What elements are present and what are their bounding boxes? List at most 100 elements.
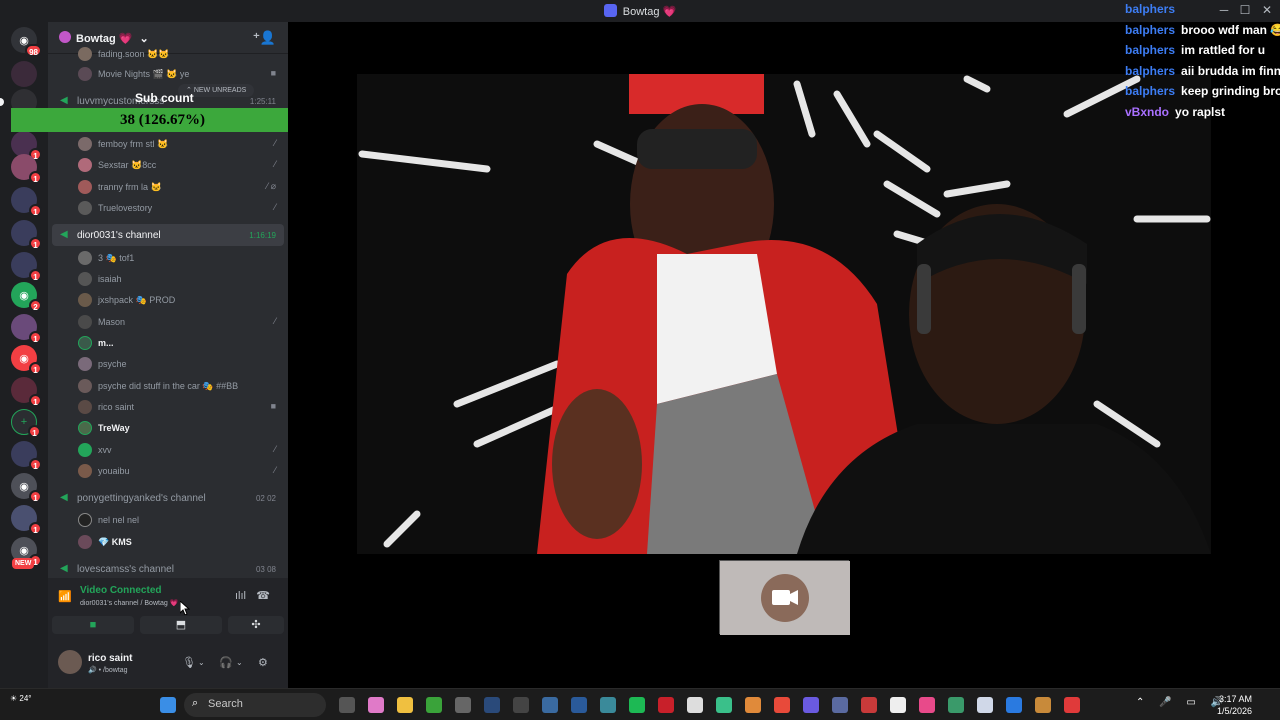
video-icon: ■ <box>270 68 276 78</box>
unread-badge: 1 <box>29 331 42 344</box>
chevron-down-icon[interactable]: ⌄ <box>198 658 205 667</box>
server-icon[interactable]: 1 <box>11 187 42 217</box>
voice-member[interactable]: psyche <box>48 354 288 374</box>
app-icon[interactable] <box>803 697 819 713</box>
avatar <box>78 336 92 350</box>
noise-suppression-icon[interactable]: ılıl <box>235 590 246 602</box>
app-icon[interactable] <box>687 697 703 713</box>
member-name: tranny frm la 🐱 <box>98 182 162 192</box>
app-icon[interactable] <box>948 697 964 713</box>
app-icon[interactable] <box>745 697 761 713</box>
voice-channel[interactable]: ◀ ponygettingyanked's channel 02 02 <box>52 487 284 509</box>
server-icon[interactable]: 1 <box>11 441 42 471</box>
server-icon[interactable]: 1 <box>11 252 42 282</box>
app-icon[interactable] <box>455 697 471 713</box>
windows-start-icon[interactable] <box>160 697 176 713</box>
mic-icon[interactable]: 🎙 <box>182 656 196 669</box>
voice-channel[interactable]: ◀ lovescamss's channel 03 08 <box>52 558 284 580</box>
xbox-icon[interactable] <box>426 697 442 713</box>
voice-member[interactable]: 💎 KMS <box>48 532 288 552</box>
disconnect-icon[interactable]: ☎ <box>256 589 270 602</box>
voice-member[interactable]: tranny frm la 🐱 ⁄ ⌀ <box>48 177 288 197</box>
speaker-icon: ◀ <box>60 492 68 503</box>
activities-button[interactable]: ✣ <box>228 616 284 634</box>
voice-channel-active[interactable]: ◀ dior0031's channel 1:16:19 <box>52 224 284 246</box>
spotify-icon[interactable] <box>629 697 645 713</box>
member-name: 3 🎭 tof1 <box>98 253 135 263</box>
server-icon[interactable]: ◉ 1 <box>11 473 42 503</box>
system-tray-icons[interactable]: ⌃ 🎤 ▭ 🔊 <box>1136 697 1229 708</box>
voice-member[interactable]: jxshpack 🎭 PROD <box>48 290 288 310</box>
copilot-icon[interactable] <box>368 697 384 713</box>
voice-member[interactable]: isaiah <box>48 269 288 289</box>
steam-icon[interactable] <box>484 697 500 713</box>
app-icon[interactable] <box>1064 697 1080 713</box>
app-icon[interactable] <box>832 697 848 713</box>
chat-author: balphers <box>1125 43 1176 57</box>
voice-member[interactable]: TreWay <box>48 418 288 438</box>
avatar <box>78 513 92 527</box>
server-icon[interactable]: 1 <box>11 220 42 250</box>
headphones-icon[interactable]: 🎧 <box>219 656 233 669</box>
mouse-cursor-icon <box>180 601 190 615</box>
self-preview-tile[interactable] <box>719 560 850 635</box>
server-badge-icon <box>59 31 71 43</box>
app-icon[interactable] <box>861 697 877 713</box>
voice-member[interactable]: psyche did stuff in the car 🎭 ##BB <box>48 376 288 396</box>
app-icon[interactable] <box>890 697 906 713</box>
settings-app-icon[interactable] <box>542 697 558 713</box>
weather-widget[interactable]: ☀ 24° <box>10 694 32 703</box>
app-icon[interactable] <box>513 697 529 713</box>
server-icon[interactable] <box>11 61 37 87</box>
server-icon[interactable]: 1 <box>11 154 42 184</box>
voice-member[interactable]: rico saint ■ <box>48 397 288 417</box>
member-name: fading.soon 🐱🐱 <box>98 49 170 59</box>
server-icon[interactable]: ◉ 2 <box>11 282 42 312</box>
tiktok-icon[interactable] <box>919 697 935 713</box>
app-icon[interactable] <box>977 697 993 713</box>
voice-member[interactable]: xvv ⁄ <box>48 440 288 460</box>
voice-member[interactable]: Movie Nights 🎬 🐱 ye ■ <box>48 64 288 84</box>
channel-name: dior0031's channel <box>77 230 161 241</box>
deafened-icon: ⁄ <box>274 159 276 169</box>
voice-member[interactable]: fading.soon 🐱🐱 <box>48 44 288 64</box>
chrome-icon[interactable] <box>774 697 790 713</box>
gear-icon[interactable]: ⚙ <box>258 656 268 669</box>
browser-icon[interactable] <box>600 697 616 713</box>
file-explorer-icon[interactable] <box>397 697 413 713</box>
screen-share-button[interactable]: ⬒ <box>140 616 222 634</box>
server-icon[interactable]: 1 <box>11 505 42 535</box>
edge-icon[interactable] <box>571 697 587 713</box>
taskbar-search[interactable]: ⌕ Search <box>184 693 326 717</box>
chevron-down-icon[interactable]: ⌄ <box>236 658 243 667</box>
add-server-icon[interactable]: +1 <box>11 409 41 438</box>
channel-timer: 03 08 <box>255 565 276 574</box>
app-icon[interactable] <box>1035 697 1051 713</box>
voice-member[interactable]: Mason ⁄ <box>48 312 288 332</box>
unread-badge: 1 <box>29 237 42 250</box>
member-name: Movie Nights 🎬 🐱 ye <box>98 69 190 79</box>
app-icon[interactable] <box>716 697 732 713</box>
server-icon[interactable]: 1 <box>11 377 42 407</box>
voice-member[interactable]: youaibu ⁄ <box>48 461 288 481</box>
avatar[interactable] <box>58 650 82 674</box>
voice-status-location[interactable]: dior0031's channel / Bowtag 💗 <box>80 599 178 607</box>
voice-member[interactable]: nel nel nel <box>48 510 288 530</box>
avatar <box>78 357 92 371</box>
opera-icon[interactable] <box>658 697 674 713</box>
camera-button[interactable]: ■ <box>52 616 134 634</box>
app-icon[interactable] <box>1006 697 1022 713</box>
member-name: psyche <box>98 359 127 369</box>
server-icon[interactable]: ◉ 1 <box>11 345 42 375</box>
task-view-icon[interactable] <box>339 697 355 713</box>
server-icon[interactable]: 1 <box>11 314 42 344</box>
voice-member[interactable]: femboy frm stl 🐱 ⁄ <box>48 134 288 154</box>
voice-member[interactable]: m... <box>48 333 288 353</box>
voice-member[interactable]: 3 🎭 tof1 <box>48 248 288 268</box>
stream-video[interactable] <box>357 74 1211 554</box>
voice-member[interactable]: Sexstar 🐱8cc ⁄ <box>48 155 288 175</box>
voice-member[interactable]: Truelovestory ⁄ <box>48 198 288 218</box>
dm-home-button[interactable]: ◉ 98 <box>11 27 42 57</box>
signal-icon: 📶 <box>58 591 72 603</box>
system-clock[interactable]: 3:17 AM 1/5/2026 <box>1217 693 1252 717</box>
